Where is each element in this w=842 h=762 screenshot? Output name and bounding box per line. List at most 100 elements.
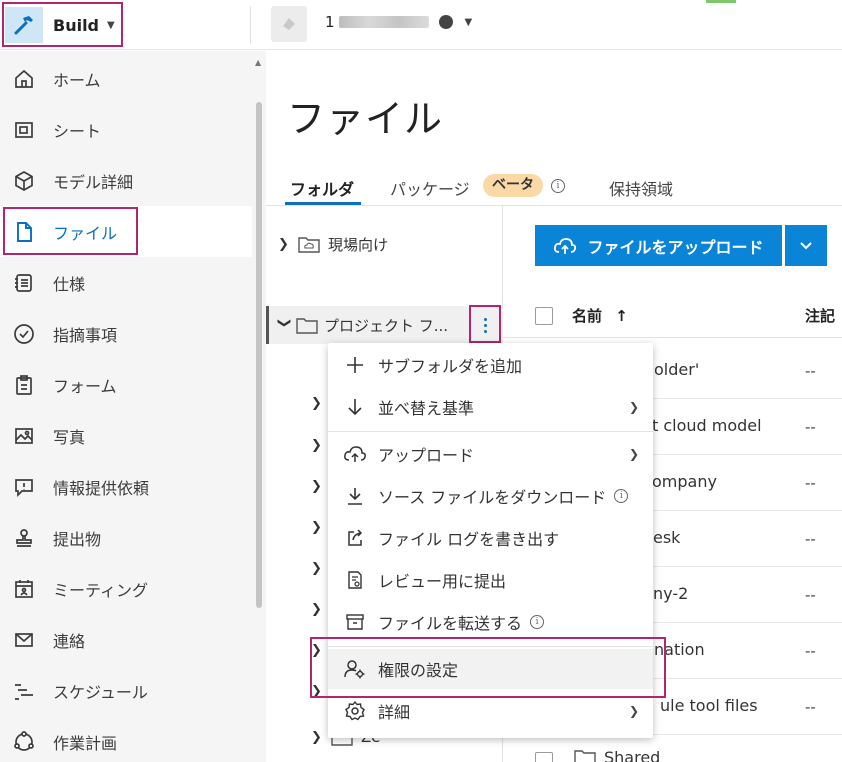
- upload-files-button[interactable]: ファイルをアップロード: [535, 225, 782, 266]
- sort-asc-icon: ↑: [615, 307, 628, 325]
- chevron-right-icon[interactable]: ❯: [311, 684, 327, 699]
- tree-item-label: プロジェクト フ...: [324, 316, 449, 335]
- chevron-right-icon[interactable]: ❯: [278, 237, 294, 252]
- project-selector[interactable]: 1 ▼: [325, 13, 472, 31]
- project-thumbnail-icon[interactable]: [271, 6, 307, 42]
- chevron-right-icon[interactable]: ❯: [311, 643, 327, 658]
- tree-item-project-files[interactable]: ❯ プロジェクト フ...: [276, 310, 449, 340]
- tab-folders[interactable]: フォルダ: [290, 176, 354, 200]
- tab-retention[interactable]: 保持領域: [609, 176, 673, 200]
- menu-item-label: 並べ替え基準: [378, 399, 475, 418]
- chevron-right-icon[interactable]: ❯: [311, 730, 327, 745]
- file-name[interactable]: ny-2: [653, 584, 688, 603]
- info-icon[interactable]: i: [614, 489, 629, 503]
- menu-item-export-log[interactable]: ファイル ログを書き出す: [328, 518, 653, 558]
- menu-item-details[interactable]: 詳細 ❯: [328, 691, 653, 731]
- file-name[interactable]: t cloud model: [652, 416, 762, 435]
- rfi-icon: [11, 474, 37, 500]
- sidebar-item-submittals[interactable]: 提出物: [0, 512, 252, 563]
- sidebar-item-rfi[interactable]: 情報提供依頼: [0, 461, 252, 512]
- chevron-down-icon[interactable]: ❯: [277, 317, 292, 333]
- upload-dropdown-button[interactable]: [785, 225, 827, 266]
- menu-item-label: ソース ファイルをダウンロード: [378, 488, 607, 507]
- info-icon[interactable]: i: [551, 179, 565, 193]
- scroll-up-icon[interactable]: ▲: [255, 58, 261, 67]
- menu-item-submit-review[interactable]: レビュー用に提出: [328, 560, 653, 600]
- file-name[interactable]: esk: [653, 528, 680, 547]
- product-name: Build: [53, 15, 100, 35]
- review-icon: [342, 567, 368, 593]
- sidebar-item-label: 仕様: [53, 274, 86, 294]
- chevron-right-icon[interactable]: ❯: [311, 602, 327, 617]
- menu-item-label: レビュー用に提出: [378, 572, 507, 591]
- selected-row-indicator: [266, 306, 269, 344]
- sheet-icon: [11, 117, 37, 143]
- sidebar-item-issues[interactable]: 指摘事項: [0, 308, 252, 359]
- chevron-right-icon[interactable]: ❯: [311, 479, 327, 494]
- sidebar: ホーム シート モデル詳細 ファイル 仕様 指摘事項 フォーム 写真 情報提供依…: [0, 51, 266, 762]
- tab-packages[interactable]: パッケージ: [390, 176, 470, 200]
- sidebar-item-files[interactable]: ファイル: [0, 206, 252, 257]
- file-name[interactable]: nation: [654, 640, 705, 659]
- file-name[interactable]: ompany: [652, 472, 717, 491]
- info-icon[interactable]: i: [530, 615, 545, 629]
- sidebar-item-label: スケジュール: [53, 682, 148, 702]
- chevron-right-icon[interactable]: ❯: [311, 561, 327, 576]
- sidebar-scrollbar[interactable]: [256, 102, 262, 608]
- file-note: --: [805, 474, 816, 492]
- select-all-checkbox[interactable]: [535, 307, 553, 325]
- file-name[interactable]: ule tool files: [660, 696, 758, 715]
- top-bar: Build ▼ 1 ▼: [0, 0, 842, 50]
- work-plan-icon: [11, 729, 37, 755]
- menu-item-download-source[interactable]: ソース ファイルをダウンロード i: [328, 476, 653, 516]
- sidebar-item-schedule[interactable]: スケジュール: [0, 665, 252, 716]
- sidebar-item-home[interactable]: ホーム: [0, 53, 252, 104]
- chevron-right-icon[interactable]: ❯: [311, 520, 327, 535]
- plus-icon: [342, 352, 368, 378]
- download-icon: [342, 483, 368, 509]
- product-switcher[interactable]: Build ▼: [4, 4, 122, 46]
- check-circle-icon: [11, 321, 37, 347]
- menu-item-sort-by[interactable]: 並べ替え基準 ❯: [328, 387, 653, 427]
- file-note: --: [805, 362, 816, 380]
- calendar-people-icon: [11, 576, 37, 602]
- file-note: --: [805, 530, 816, 548]
- menu-item-add-subfolder[interactable]: サブフォルダを追加: [328, 345, 653, 385]
- gear-icon: [342, 698, 368, 724]
- cloud-upload-icon: [342, 441, 368, 467]
- menu-item-permissions[interactable]: 権限の設定: [328, 649, 653, 689]
- mail-icon: [11, 627, 37, 653]
- menu-item-upload[interactable]: アップロード ❯: [328, 434, 653, 474]
- file-name[interactable]: older': [654, 360, 699, 379]
- chevron-right-icon[interactable]: ❯: [311, 438, 327, 453]
- more-options-icon[interactable]: [474, 312, 496, 338]
- menu-item-label: 詳細: [378, 703, 411, 722]
- home-icon: [11, 66, 37, 92]
- project-name-redacted: [338, 16, 429, 28]
- cloud-upload-icon: [554, 237, 577, 254]
- sidebar-item-model[interactable]: モデル詳細: [0, 155, 252, 206]
- row-checkbox[interactable]: [535, 752, 553, 762]
- sidebar-item-meetings[interactable]: ミーティング: [0, 563, 252, 614]
- chevron-down-icon: [800, 241, 812, 249]
- sidebar-item-work-plan[interactable]: 作業計画: [0, 716, 252, 762]
- sidebar-item-photos[interactable]: 写真: [0, 410, 252, 461]
- clipboard-icon: [11, 372, 37, 398]
- file-name[interactable]: Shared: [604, 748, 660, 762]
- menu-item-transfer-files[interactable]: ファイルを転送する i: [328, 602, 653, 642]
- column-header-name[interactable]: 名前 ↑: [572, 305, 628, 326]
- sidebar-item-label: 作業計画: [53, 733, 118, 753]
- tree-item-site[interactable]: ❯ 現場向け: [278, 229, 388, 259]
- sidebar-item-label: ホーム: [53, 70, 101, 90]
- file-note: --: [805, 698, 816, 716]
- chevron-right-icon: ❯: [628, 400, 639, 414]
- folder-context-menu: サブフォルダを追加 並べ替え基準 ❯ アップロード ❯ ソース ファイルをダウン…: [328, 343, 653, 738]
- sidebar-item-specs[interactable]: 仕様: [0, 257, 252, 308]
- chevron-right-icon[interactable]: ❯: [311, 396, 327, 411]
- sidebar-item-sheets[interactable]: シート: [0, 104, 252, 155]
- menu-item-label: ファイル ログを書き出す: [378, 530, 560, 549]
- sidebar-item-correspondence[interactable]: 連絡: [0, 614, 252, 665]
- column-header-note[interactable]: 注記: [805, 305, 835, 326]
- sidebar-item-forms[interactable]: フォーム: [0, 359, 252, 410]
- sidebar-item-label: 指摘事項: [53, 325, 118, 345]
